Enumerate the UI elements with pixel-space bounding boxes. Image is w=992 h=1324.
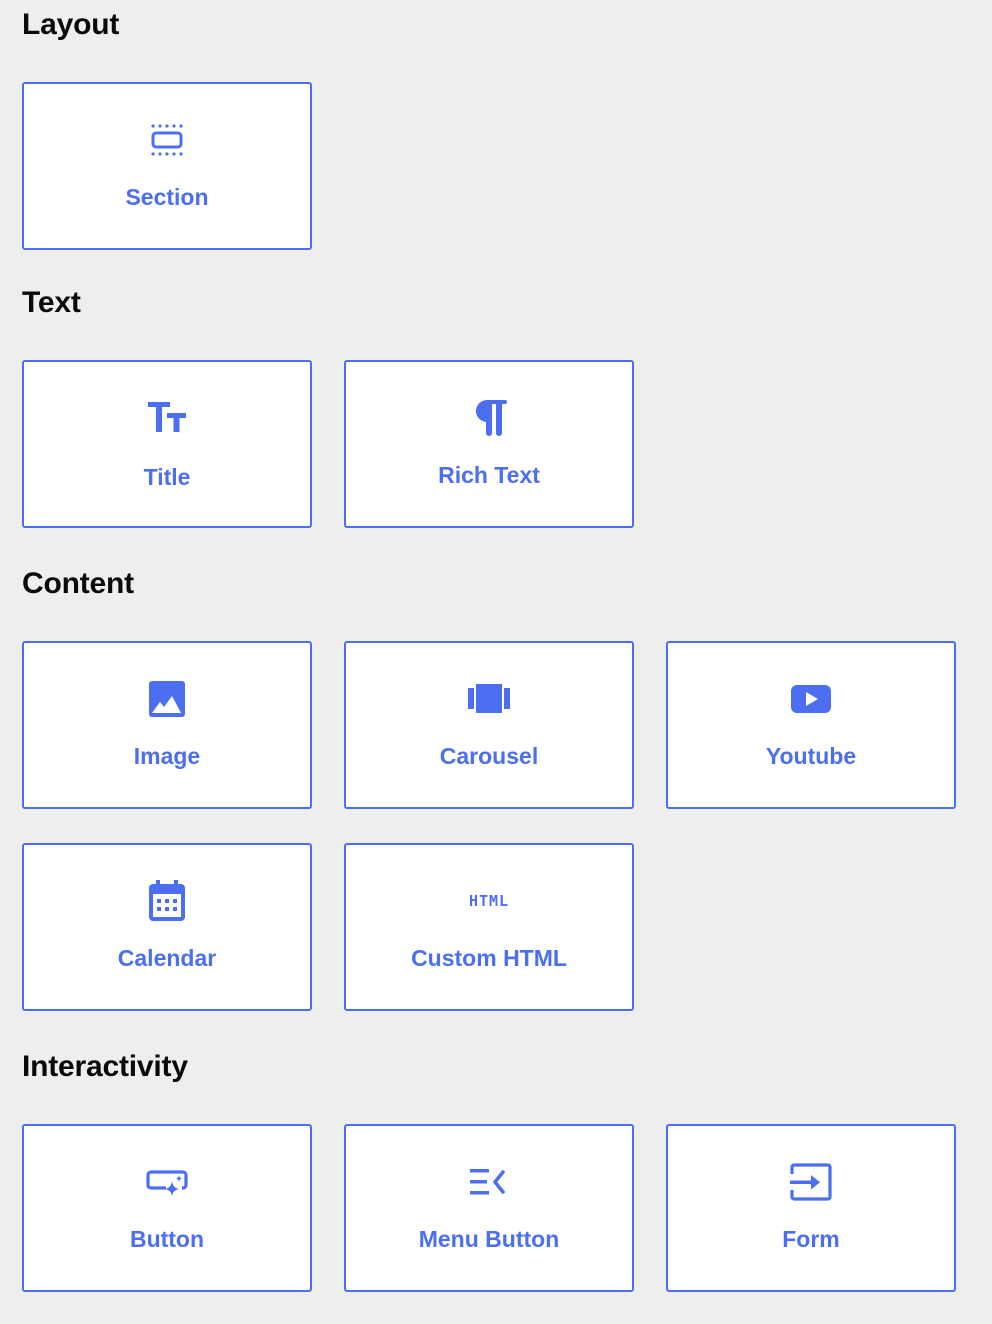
- login-form-icon: [789, 1160, 833, 1204]
- youtube-icon: [789, 677, 833, 721]
- component-card-calendar[interactable]: Calendar: [22, 843, 312, 1011]
- calendar-icon: [145, 879, 189, 923]
- section-heading-content: Content: [22, 567, 134, 600]
- text-size-icon: [145, 396, 189, 440]
- component-card-carousel[interactable]: Carousel: [344, 641, 634, 809]
- menu-open-icon: [467, 1160, 511, 1204]
- component-card-rich-text[interactable]: Rich Text: [344, 360, 634, 528]
- component-label: Youtube: [765, 743, 857, 769]
- section-heading-text: Text: [22, 286, 81, 319]
- component-label: Form: [782, 1226, 840, 1252]
- button-sparkle-icon: [145, 1160, 189, 1204]
- component-label: Rich Text: [438, 462, 540, 488]
- component-label: Button: [129, 1226, 205, 1252]
- section-heading-layout: Layout: [22, 8, 120, 41]
- component-card-title[interactable]: Title: [22, 360, 312, 528]
- component-label: Section: [125, 184, 209, 210]
- html-icon: HTML: [459, 879, 519, 923]
- carousel-icon: [467, 677, 511, 721]
- component-card-custom-html[interactable]: HTML Custom HTML: [344, 843, 634, 1011]
- component-label: Image: [133, 743, 201, 769]
- component-label: Menu Button: [418, 1226, 560, 1252]
- section-heading-interactivity: Interactivity: [22, 1050, 188, 1083]
- component-card-youtube[interactable]: Youtube: [666, 641, 956, 809]
- paragraph-icon: [467, 396, 511, 440]
- component-card-section[interactable]: Section: [22, 82, 312, 250]
- component-card-menu-button[interactable]: Menu Button: [344, 1124, 634, 1292]
- component-label: Title: [143, 464, 191, 490]
- component-label: Custom HTML: [411, 945, 567, 971]
- section-icon: [145, 118, 189, 162]
- image-icon: [145, 677, 189, 721]
- component-card-form[interactable]: Form: [666, 1124, 956, 1292]
- component-card-image[interactable]: Image: [22, 641, 312, 809]
- component-label: Calendar: [117, 945, 217, 971]
- component-label: Carousel: [439, 743, 539, 769]
- html-icon-text: HTML: [468, 892, 510, 910]
- component-card-button[interactable]: Button: [22, 1124, 312, 1292]
